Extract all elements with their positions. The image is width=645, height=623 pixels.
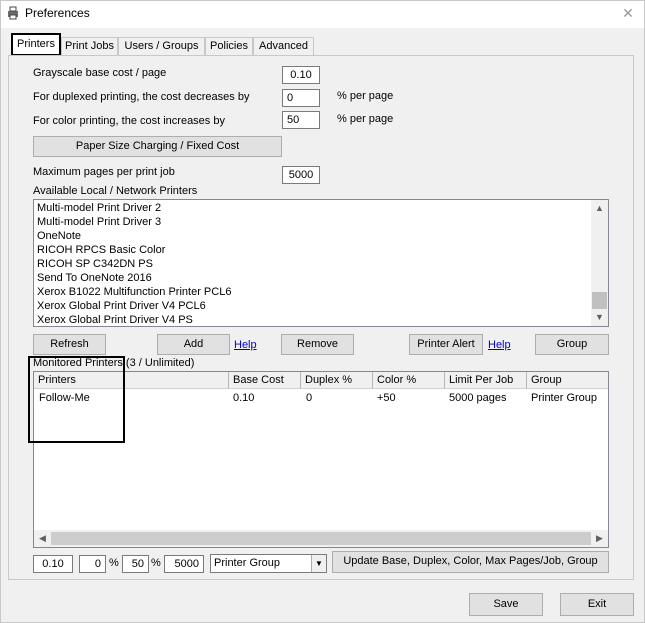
cell-group: Printer Group (531, 392, 598, 404)
column-header-duplex[interactable]: Duplex % (301, 372, 373, 389)
cell-duplex: 0 (306, 392, 313, 404)
column-header-printers[interactable]: Printers (34, 372, 229, 389)
color-unit-label: % per page (337, 113, 394, 125)
scroll-down-icon[interactable]: ▼ (591, 309, 608, 326)
group-select-value: Printer Group (214, 557, 281, 569)
printer-alert-button[interactable]: Printer Alert (409, 334, 483, 355)
column-header-limit[interactable]: Limit Per Job (445, 372, 527, 389)
exit-button[interactable]: Exit (560, 593, 634, 616)
list-item[interactable]: OneNote (37, 230, 81, 242)
tab-users-groups[interactable]: Users / Groups (118, 37, 205, 56)
duplex-decrease-field[interactable]: 0 (282, 89, 320, 107)
paper-size-charging-button[interactable]: Paper Size Charging / Fixed Cost (33, 136, 282, 157)
list-item[interactable]: Xerox B1022 Multifunction Printer PCL6 (37, 286, 231, 298)
color-edit-field[interactable]: 50 (122, 555, 149, 573)
tab-policies[interactable]: Policies (205, 37, 253, 56)
list-item[interactable]: Multi-model Print Driver 2 (37, 202, 161, 214)
remove-printer-button[interactable]: Remove (281, 334, 354, 355)
color-increase-field[interactable]: 50 (282, 111, 320, 129)
scroll-thumb[interactable] (592, 292, 607, 309)
close-icon[interactable]: ✕ (618, 4, 638, 22)
grayscale-label: Grayscale base cost / page (33, 67, 167, 79)
title-bar (0, 0, 645, 28)
column-header-group[interactable]: Group (527, 372, 608, 389)
vertical-scrollbar[interactable]: ▲ ▼ (591, 200, 608, 326)
column-header-color[interactable]: Color % (373, 372, 445, 389)
list-item[interactable]: Send To OneNote 2016 (37, 272, 152, 284)
color-label: For color printing, the cost increases b… (33, 115, 225, 127)
monitored-printers-table[interactable]: Printers Base Cost Duplex % Color % Limi… (33, 371, 609, 548)
update-settings-button[interactable]: Update Base, Duplex, Color, Max Pages/Jo… (332, 551, 609, 573)
list-item[interactable]: Multi-model Print Driver 3 (37, 216, 161, 228)
tab-print-jobs[interactable]: Print Jobs (61, 37, 118, 56)
duplex-label: For duplexed printing, the cost decrease… (33, 91, 250, 103)
window-title: Preferences (25, 6, 90, 20)
max-pages-field[interactable]: 5000 (282, 166, 320, 184)
monitored-printers-label: Monitored Printers (3 / Unlimited) (33, 357, 195, 369)
column-header-base-cost[interactable]: Base Cost (229, 372, 301, 389)
max-pages-label: Maximum pages per print job (33, 166, 175, 178)
horizontal-scroll-thumb[interactable] (51, 532, 591, 545)
cell-base-cost: 0.10 (233, 392, 255, 404)
list-item[interactable]: Xerox Global Print Driver V4 PCL6 (37, 300, 206, 312)
cell-limit: 5000 pages (449, 392, 507, 404)
tab-printers[interactable]: Printers (11, 33, 61, 56)
scroll-left-icon[interactable]: ◀ (34, 530, 51, 547)
tab-advanced[interactable]: Advanced (253, 37, 314, 56)
color-percent-label: % (151, 557, 161, 569)
base-cost-edit-field[interactable]: 0.10 (33, 555, 73, 573)
available-printers-label: Available Local / Network Printers (33, 185, 198, 197)
printer-icon (8, 6, 18, 20)
duplex-edit-field[interactable]: 0 (79, 555, 106, 573)
cell-color: +50 (377, 392, 396, 404)
list-item[interactable]: RICOH SP C342DN PS (37, 258, 153, 270)
cell-printer: Follow-Me (39, 392, 90, 404)
duplex-percent-label: % (109, 557, 119, 569)
refresh-button[interactable]: Refresh (33, 334, 106, 355)
scroll-right-icon[interactable]: ▶ (591, 530, 608, 547)
chevron-down-icon[interactable]: ▼ (311, 555, 326, 572)
list-item[interactable]: RICOH RPCS Basic Color (37, 244, 165, 256)
grayscale-cost-field[interactable]: 0.10 (282, 66, 320, 84)
duplex-unit-label: % per page (337, 90, 394, 102)
list-item[interactable]: Xerox Global Print Driver V4 PS (37, 314, 193, 326)
available-printers-list[interactable]: Multi-model Print Driver 2 Multi-model P… (33, 199, 609, 327)
help-link-add[interactable]: Help (234, 339, 257, 351)
help-link-alert[interactable]: Help (488, 339, 511, 351)
group-button[interactable]: Group (535, 334, 609, 355)
group-select[interactable]: Printer Group ▼ (210, 554, 327, 573)
save-button[interactable]: Save (469, 593, 543, 616)
horizontal-scrollbar[interactable]: ◀ ▶ (34, 530, 608, 547)
table-header: Printers Base Cost Duplex % Color % Limi… (34, 372, 608, 389)
add-printer-button[interactable]: Add (157, 334, 230, 355)
scroll-up-icon[interactable]: ▲ (591, 200, 608, 217)
max-pages-edit-field[interactable]: 5000 (164, 555, 204, 573)
